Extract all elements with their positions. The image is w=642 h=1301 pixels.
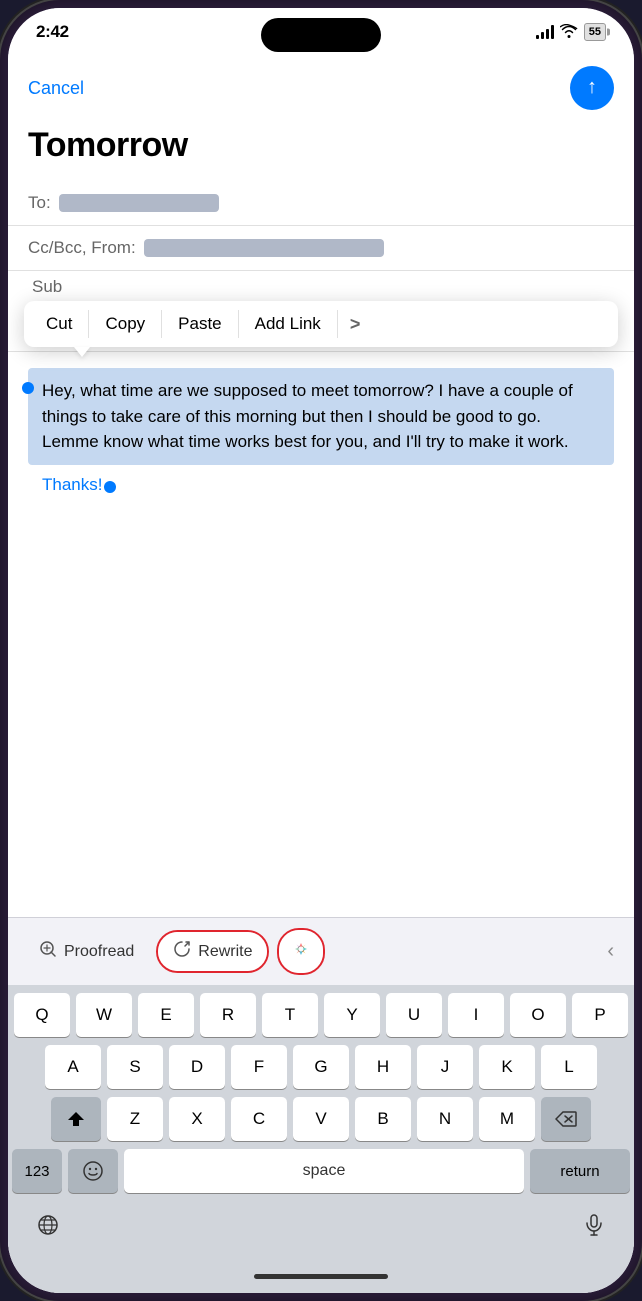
- email-body[interactable]: Hey, what time are we supposed to meet t…: [8, 352, 634, 917]
- signal-bars-icon: [536, 25, 554, 39]
- phone-shell: 2:42 55: [0, 0, 642, 1301]
- status-time: 2:42: [36, 22, 69, 42]
- key-w[interactable]: W: [76, 993, 132, 1037]
- proofread-label: Proofread: [64, 943, 134, 961]
- key-k[interactable]: K: [479, 1045, 535, 1089]
- keyboard-row-4: 123 space return: [8, 1149, 634, 1193]
- wifi-icon: [560, 24, 578, 41]
- cc-bcc-value-blurred: [144, 239, 384, 257]
- toolbar-divider-2: [161, 310, 162, 338]
- key-r[interactable]: R: [200, 993, 256, 1037]
- send-button[interactable]: ↑: [570, 66, 614, 110]
- signal-bar-4: [551, 25, 554, 39]
- sparkle-icon: [289, 937, 313, 966]
- add-link-button[interactable]: Add Link: [241, 306, 335, 342]
- toolbar-divider-3: [238, 310, 239, 338]
- sub-label: Sub: [24, 277, 70, 297]
- text-cursor: [104, 481, 116, 493]
- key-s[interactable]: S: [107, 1045, 163, 1089]
- sparkle-highlight-border: [277, 928, 325, 975]
- email-compose: Cancel ↑ Tomorrow To: Cc/Bcc, From:: [8, 50, 634, 1293]
- subject-title: Tomorrow: [28, 126, 188, 164]
- cancel-button[interactable]: Cancel: [28, 78, 84, 99]
- status-icons: 55: [536, 23, 606, 41]
- key-l[interactable]: L: [541, 1045, 597, 1089]
- selected-text-block: Hey, what time are we supposed to meet t…: [28, 368, 614, 465]
- signal-bar-1: [536, 35, 539, 39]
- compose-header: Cancel ↑: [8, 50, 634, 122]
- toolbar-divider-4: [337, 310, 338, 338]
- subject-title-area: Tomorrow: [8, 122, 634, 181]
- keyboard-row-2: A S D F G H J K L: [8, 1045, 634, 1089]
- key-h[interactable]: H: [355, 1045, 411, 1089]
- cut-button[interactable]: Cut: [32, 306, 86, 342]
- key-j[interactable]: J: [417, 1045, 473, 1089]
- delete-key[interactable]: [541, 1097, 591, 1141]
- to-value-blurred: [59, 194, 219, 212]
- globe-icon[interactable]: [28, 1205, 68, 1251]
- rewrite-highlight-border: Rewrite: [156, 930, 268, 973]
- microphone-icon[interactable]: [574, 1205, 614, 1251]
- key-x[interactable]: X: [169, 1097, 225, 1141]
- key-m[interactable]: M: [479, 1097, 535, 1141]
- key-o[interactable]: O: [510, 993, 566, 1037]
- screen: 2:42 55: [8, 8, 634, 1293]
- email-selected-text: Hey, what time are we supposed to meet t…: [42, 381, 573, 451]
- keyboard-row-1: Q W E R T Y U I O P: [8, 993, 634, 1037]
- proofread-icon: [38, 939, 58, 964]
- key-v[interactable]: V: [293, 1097, 349, 1141]
- keyboard-row-3: Z X C V B N M: [8, 1097, 634, 1141]
- home-indicator: [8, 1259, 634, 1293]
- send-arrow-icon: ↑: [587, 76, 597, 99]
- signal-bar-2: [541, 32, 544, 39]
- copy-button[interactable]: Copy: [91, 306, 159, 342]
- key-d[interactable]: D: [169, 1045, 225, 1089]
- return-key[interactable]: return: [530, 1149, 630, 1193]
- shift-key[interactable]: [51, 1097, 101, 1141]
- rewrite-label: Rewrite: [198, 943, 252, 961]
- ai-sparkle-button[interactable]: [279, 930, 323, 973]
- key-z[interactable]: Z: [107, 1097, 163, 1141]
- chevron-collapse[interactable]: ‹: [603, 940, 618, 963]
- space-key[interactable]: space: [124, 1149, 524, 1193]
- thanks-line: Thanks!: [28, 465, 614, 499]
- numbers-key[interactable]: 123: [12, 1149, 62, 1193]
- key-a[interactable]: A: [45, 1045, 101, 1089]
- key-p[interactable]: P: [572, 993, 628, 1037]
- dynamic-island: [261, 18, 381, 52]
- text-selection-toolbar: Cut Copy Paste Add Link >: [24, 301, 618, 347]
- battery-icon: 55: [584, 23, 606, 41]
- keyboard-bottom-row: [8, 1201, 634, 1259]
- collapse-chevron-icon: ‹: [603, 936, 618, 966]
- more-options-button[interactable]: >: [340, 306, 371, 343]
- keyboard: Q W E R T Y U I O P A S D F G: [8, 985, 634, 1259]
- to-field[interactable]: To:: [8, 181, 634, 226]
- key-b[interactable]: B: [355, 1097, 411, 1141]
- key-n[interactable]: N: [417, 1097, 473, 1141]
- text-toolbar-container: Sub Cut Copy Paste Add Link >: [8, 271, 634, 352]
- rewrite-icon: [172, 939, 192, 964]
- key-g[interactable]: G: [293, 1045, 349, 1089]
- cc-bcc-field[interactable]: Cc/Bcc, From:: [8, 226, 634, 271]
- ai-tools-bar: Proofread Rewrite: [8, 917, 634, 985]
- signal-bar-3: [546, 29, 549, 39]
- key-e[interactable]: E: [138, 993, 194, 1037]
- emoji-key[interactable]: [68, 1149, 118, 1193]
- toolbar-divider-1: [88, 310, 89, 338]
- key-q[interactable]: Q: [14, 993, 70, 1037]
- key-t[interactable]: T: [262, 993, 318, 1037]
- key-f[interactable]: F: [231, 1045, 287, 1089]
- to-label: To:: [28, 193, 51, 213]
- cc-bcc-label: Cc/Bcc, From:: [28, 238, 136, 258]
- home-bar: [254, 1274, 388, 1279]
- rewrite-button[interactable]: Rewrite: [158, 932, 266, 971]
- key-c[interactable]: C: [231, 1097, 287, 1141]
- proofread-button[interactable]: Proofread: [24, 931, 148, 972]
- key-y[interactable]: Y: [324, 993, 380, 1037]
- key-i[interactable]: I: [448, 993, 504, 1037]
- key-u[interactable]: U: [386, 993, 442, 1037]
- paste-button[interactable]: Paste: [164, 306, 235, 342]
